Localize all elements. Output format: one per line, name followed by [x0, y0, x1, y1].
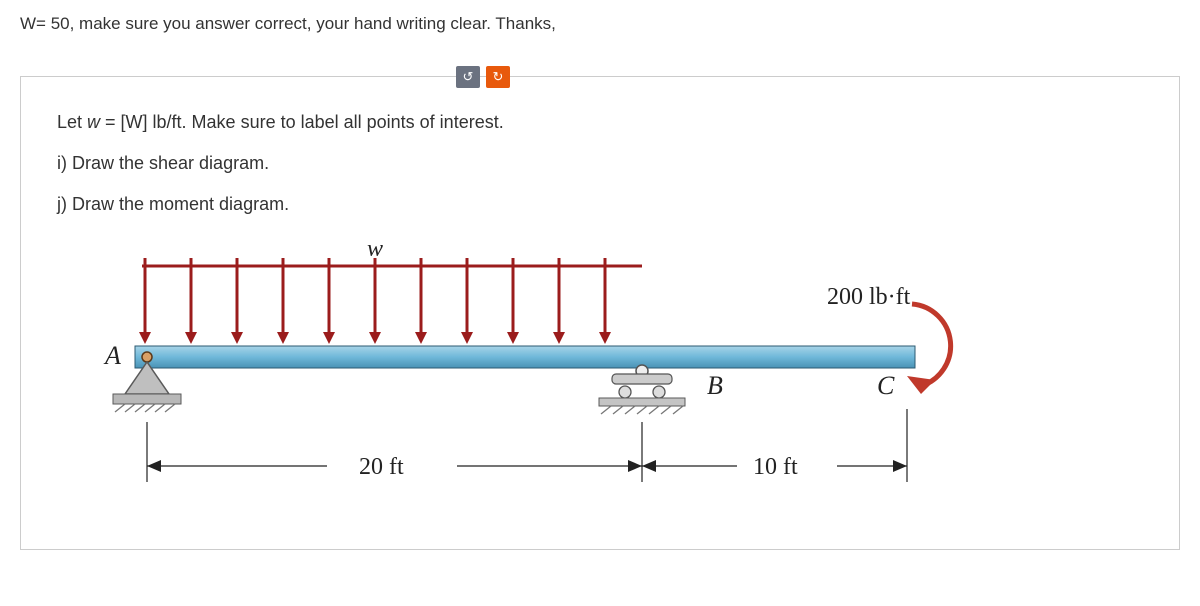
button-row: ↺ ↻ — [20, 66, 1180, 88]
problem-box: Let w = [W] lb/ft. Make sure to label al… — [20, 76, 1180, 550]
point-a-label: A — [103, 341, 121, 370]
problem-line-3: j) Draw the moment diagram. — [57, 191, 1143, 218]
load-label: w — [367, 244, 383, 262]
beam-diagram: w — [87, 244, 1143, 509]
redo-button[interactable]: ↻ — [486, 66, 510, 88]
beam — [135, 346, 915, 368]
moment-label: 200 lb·ft — [827, 284, 911, 310]
distributed-load — [139, 258, 611, 344]
text: = [W] lb/ft. Make sure to label all poin… — [100, 112, 504, 132]
variable-w: w — [87, 112, 100, 132]
undo-button[interactable]: ↺ — [456, 66, 480, 88]
roller-support-b — [599, 365, 685, 414]
problem-line-2: i) Draw the shear diagram. — [57, 150, 1143, 177]
top-instruction: W= 50, make sure you answer correct, you… — [20, 14, 1180, 34]
problem-line-1: Let w = [W] lb/ft. Make sure to label al… — [57, 109, 1143, 136]
point-b-label: B — [707, 371, 723, 400]
span-1-label: 20 ft — [359, 454, 404, 480]
dimensions: 20 ft 10 ft — [147, 409, 907, 482]
point-c-label: C — [877, 371, 895, 400]
text: Let — [57, 112, 87, 132]
span-2-label: 10 ft — [753, 454, 798, 480]
